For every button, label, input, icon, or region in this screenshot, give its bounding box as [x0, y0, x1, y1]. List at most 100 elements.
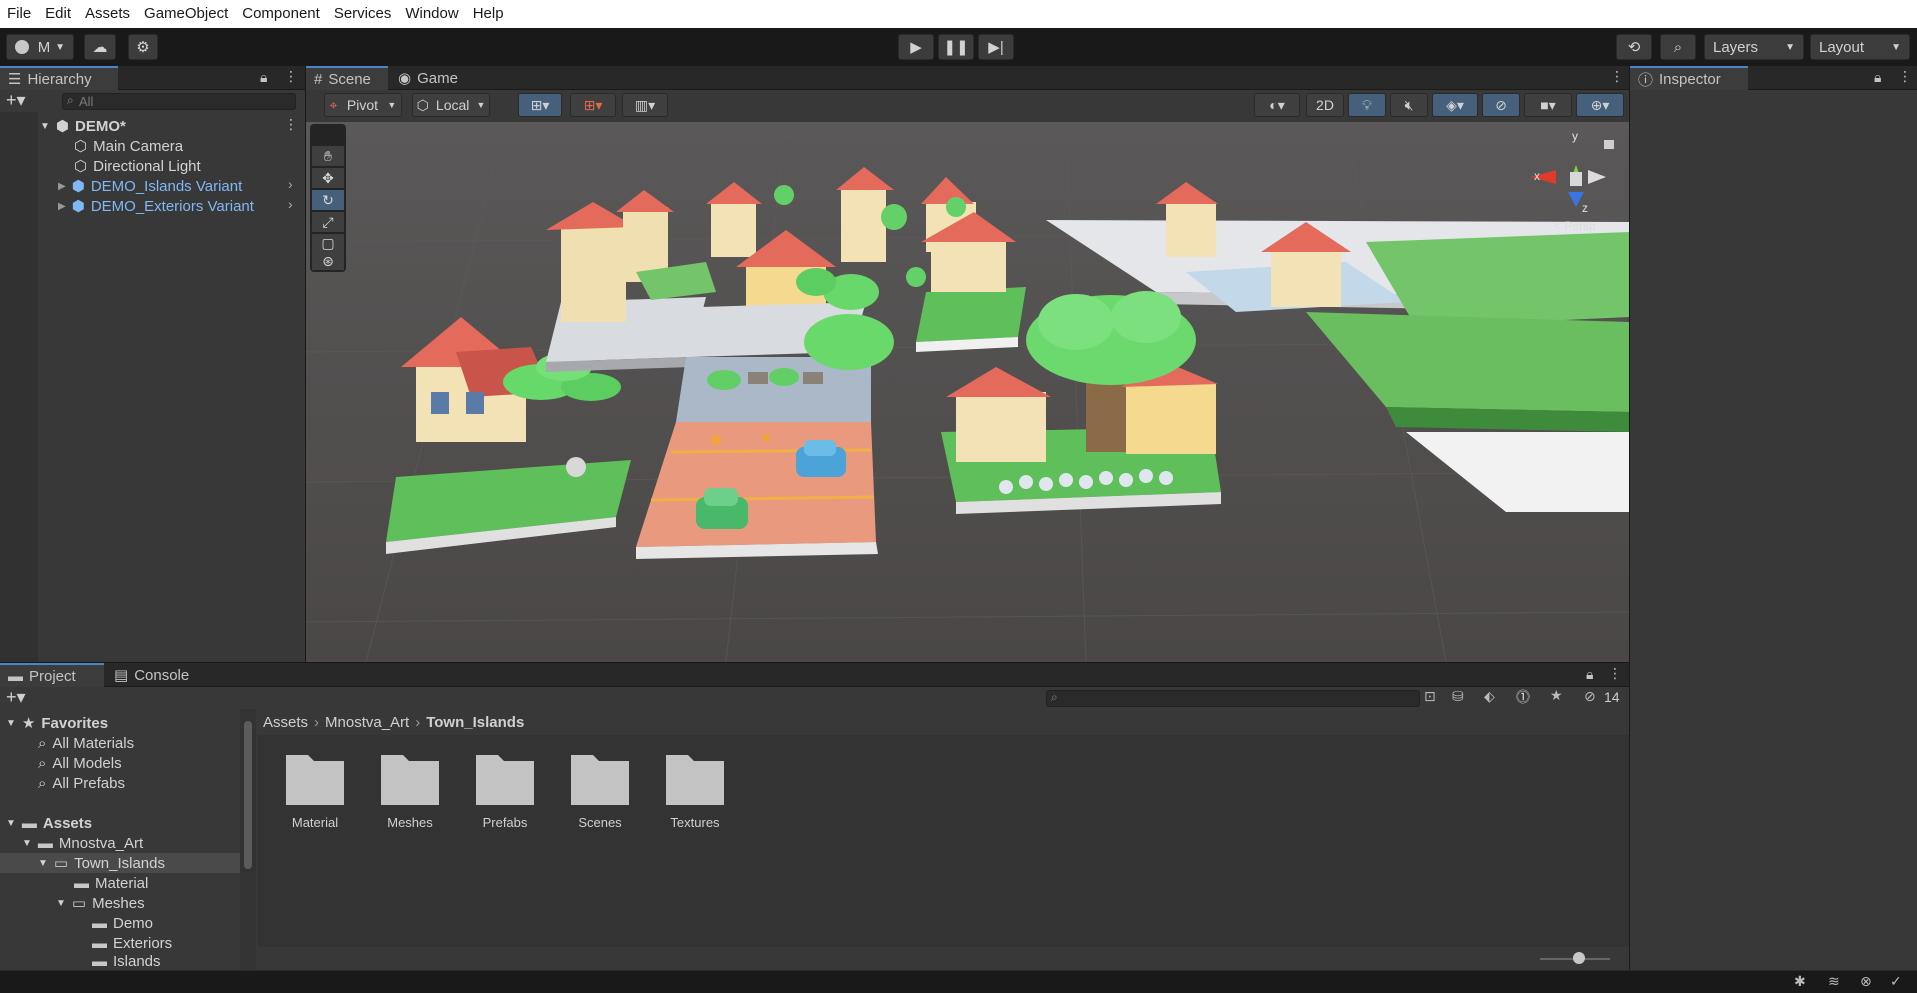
star-icon[interactable]: ★	[1550, 687, 1563, 704]
hidden-packages-icon[interactable]: ⊘	[1584, 688, 1596, 705]
favorite-all-materials[interactable]: ⌕ All Materials	[38, 733, 134, 753]
add-icon[interactable]: +▾	[6, 687, 26, 708]
cloud-button[interactable]: ☁	[84, 34, 116, 60]
folder-tile-scenes[interactable]: Scenes	[555, 749, 645, 830]
local-dropdown[interactable]: ⬡ Local ▼	[412, 93, 490, 117]
folder-tile-prefabs[interactable]: Prefabs	[460, 749, 550, 830]
more-icon[interactable]: ⋮	[1610, 68, 1624, 85]
pause-button[interactable]: ❚❚	[938, 34, 974, 60]
transform-tool-button[interactable]: ⊛	[312, 252, 344, 270]
tree-scrollbar[interactable]	[240, 709, 256, 970]
lock-icon[interactable]: 🔒︎	[260, 69, 267, 86]
increment-snap-toggle[interactable]: ⊞▾	[570, 93, 616, 117]
gizmo-lock-icon[interactable]	[1604, 140, 1614, 149]
label-icon[interactable]: ⬖	[1484, 688, 1495, 705]
hierarchy-item-exteriors-variant[interactable]: ▶ ⬢ DEMO_Exteriors Variant	[58, 196, 254, 216]
folder-mnostva-art[interactable]: ▼ ▬ Mnostva_Art	[22, 833, 143, 853]
breadcrumb-town-islands[interactable]: Town_Islands	[426, 714, 524, 731]
search-button[interactable]: ⌕	[1660, 34, 1696, 60]
menu-window[interactable]: Window	[398, 0, 465, 28]
menu-services[interactable]: Services	[327, 0, 399, 28]
layers-stack-icon[interactable]: ≋	[1828, 973, 1840, 990]
chevron-right-icon[interactable]: ›	[288, 176, 293, 192]
hidden-objects-toggle[interactable]: ⊘	[1482, 93, 1520, 117]
grid-lines-icon: ▥▾	[634, 96, 656, 113]
scale-tool-button[interactable]: ⤢	[312, 212, 344, 232]
lighting-toggle[interactable]: 💡︎	[1348, 93, 1386, 117]
step-button[interactable]: ▶|	[978, 34, 1014, 60]
search-options-icon[interactable]: ⊡	[1424, 688, 1436, 705]
tab-inspector[interactable]: ⓘ Inspector	[1630, 66, 1748, 90]
assets-root[interactable]: ▼ ▬ Assets	[6, 813, 92, 833]
lock-icon[interactable]: 🔒︎	[1874, 69, 1881, 86]
scene-render[interactable]: y x z < Persp	[306, 122, 1629, 662]
network-icon[interactable]: ⊗	[1860, 973, 1872, 990]
project-search-input[interactable]: ⌕	[1046, 690, 1420, 707]
favorites-header[interactable]: ▼ ★ Favorites	[6, 713, 108, 733]
hierarchy-search-input[interactable]: ⌕ All	[62, 93, 296, 110]
pivot-dropdown[interactable]: ⌖ Pivot ▼	[324, 93, 402, 117]
audio-toggle[interactable]: 🔇︎	[1390, 93, 1428, 117]
debug-icon[interactable]: ✱	[1794, 973, 1806, 990]
menu-gameobject[interactable]: GameObject	[137, 0, 235, 28]
camera-dropdown[interactable]: ■▾	[1524, 93, 1572, 117]
hand-tool-button[interactable]: ✋︎	[312, 146, 344, 166]
hierarchy-item-directional-light[interactable]: ⬡ Directional Light	[74, 156, 201, 176]
more-icon[interactable]: ⋮	[1898, 68, 1912, 85]
folder-tile-material[interactable]: Material	[270, 749, 360, 830]
scene-more-icon[interactable]: ⋮	[284, 116, 298, 133]
check-icon[interactable]: ✓	[1890, 973, 1902, 990]
move-tool-button[interactable]: ✥	[312, 168, 344, 188]
folder-meshes[interactable]: ▼ ▭ Meshes	[56, 893, 145, 913]
menu-help[interactable]: Help	[466, 0, 511, 28]
grid-visibility-toggle[interactable]: ▥▾	[622, 93, 668, 117]
warning-icon[interactable]: ⓵	[1516, 687, 1530, 707]
folder-islands[interactable]: ▬ Islands	[92, 953, 161, 970]
menu-assets[interactable]: Assets	[78, 0, 137, 28]
folder-tile-textures[interactable]: Textures	[650, 749, 740, 830]
layers-dropdown[interactable]: Layers ▼	[1704, 34, 1804, 60]
folder-exteriors[interactable]: ▬ Exteriors	[92, 933, 172, 953]
chevron-right-icon[interactable]: ›	[288, 196, 293, 212]
breadcrumb-assets[interactable]: Assets	[263, 714, 308, 731]
lock-icon[interactable]: 🔒︎	[1586, 666, 1593, 683]
add-icon[interactable]: +▾	[6, 90, 26, 111]
undo-history-button[interactable]: ⟲	[1616, 34, 1652, 60]
effects-dropdown[interactable]: ◈▾	[1432, 93, 1478, 117]
rect-tool-button[interactable]: ▢	[312, 234, 344, 252]
tab-console[interactable]: ▤ Console	[106, 663, 206, 687]
hierarchy-item-islands-variant[interactable]: ▶ ⬢ DEMO_Islands Variant	[58, 176, 242, 196]
grid-snap-toggle[interactable]: ⊞▾	[518, 93, 562, 117]
folder-tile-meshes[interactable]: Meshes	[365, 749, 455, 830]
tab-project[interactable]: ▬ Project	[0, 663, 104, 687]
rotate-tool-button[interactable]: ↻	[312, 190, 344, 210]
account-dropdown[interactable]: M ▼	[6, 34, 74, 60]
tab-hierarchy[interactable]: ☰ Hierarchy	[0, 66, 118, 90]
favorite-all-models[interactable]: ⌕ All Models	[38, 753, 122, 773]
more-icon[interactable]: ⋮	[1608, 665, 1622, 682]
favorite-all-prefabs[interactable]: ⌕ All Prefabs	[38, 773, 125, 793]
layout-dropdown[interactable]: Layout ▼	[1810, 34, 1910, 60]
breadcrumb-mnostva[interactable]: Mnostva_Art	[325, 714, 409, 731]
menu-edit[interactable]: Edit	[38, 0, 78, 28]
tab-game[interactable]: ◉ Game	[390, 66, 470, 90]
tree-scrollbar-thumb[interactable]	[244, 721, 252, 869]
gizmos-dropdown[interactable]: ⊕▾	[1576, 93, 1624, 117]
more-icon[interactable]: ⋮	[284, 68, 298, 85]
folder-town-islands[interactable]: ▼ ▭ Town_Islands	[38, 853, 165, 873]
menu-file[interactable]: File	[0, 0, 38, 28]
filter-type-icon[interactable]: ⛁	[1452, 688, 1464, 705]
2d-mode-toggle[interactable]: 2D	[1306, 93, 1344, 117]
collab-button[interactable]: ⚙	[128, 34, 158, 60]
tab-scene[interactable]: # Scene	[306, 66, 388, 90]
shading-mode-dropdown[interactable]: ◐▾	[1254, 93, 1300, 117]
hierarchy-item-main-camera[interactable]: ⬡ Main Camera	[74, 136, 183, 156]
folder-demo[interactable]: ▬ Demo	[92, 913, 153, 933]
folder-material[interactable]: ▬ Material	[74, 873, 148, 893]
zoom-slider-thumb[interactable]	[1572, 952, 1585, 964]
scene-root-row[interactable]: ▼ ⬢ DEMO*	[40, 116, 126, 136]
menu-component[interactable]: Component	[235, 0, 327, 28]
play-button[interactable]: ▶	[898, 34, 934, 60]
scene-viewport[interactable]: y x z < Persp ✋︎ ✥ ↻ ⤢ ▢ ⊛	[306, 122, 1629, 662]
persp-label[interactable]: < Persp	[1554, 219, 1596, 233]
